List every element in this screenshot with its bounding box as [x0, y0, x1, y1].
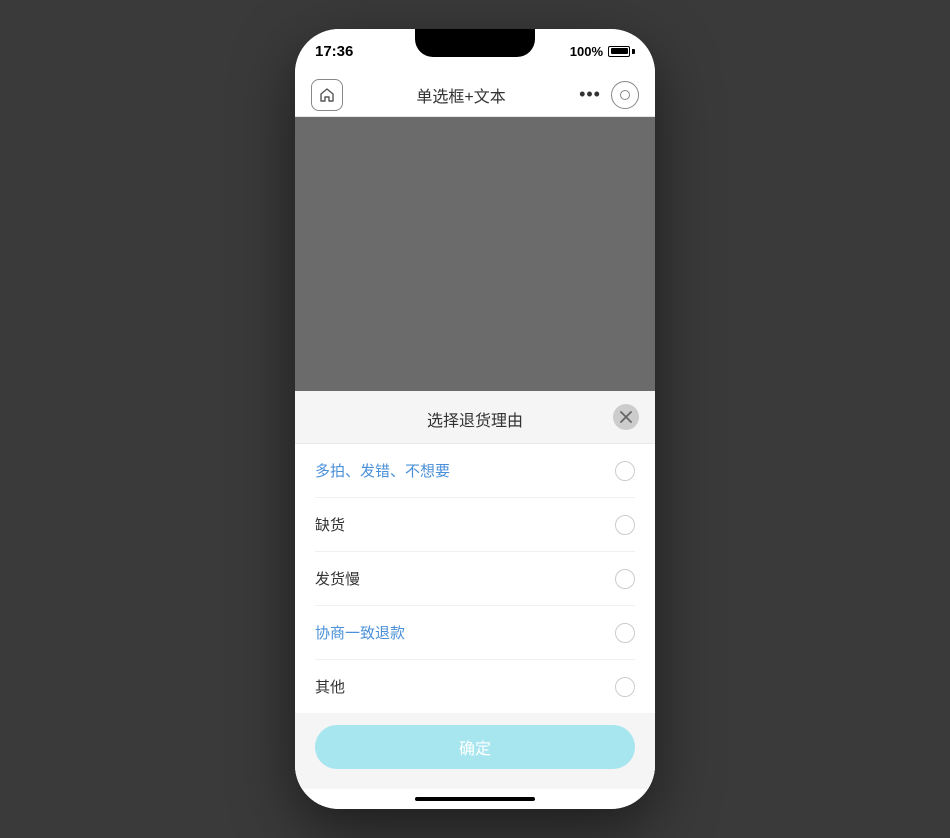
phone-frame: 17:36 100% 单选框+文本 ••• — [295, 29, 655, 809]
option-label-1: 多拍、发错、不想要 — [315, 460, 450, 481]
bottom-sheet: 选择退货理由 多拍、发错、不想要 缺货 发货慢 — [295, 391, 655, 789]
option-row-1[interactable]: 多拍、发错、不想要 — [315, 444, 635, 498]
option-row-2[interactable]: 缺货 — [315, 498, 635, 552]
sheet-options: 多拍、发错、不想要 缺货 发货慢 协商一致退款 其他 — [295, 444, 655, 713]
sheet-title: 选择退货理由 — [427, 407, 523, 431]
option-row-5[interactable]: 其他 — [315, 660, 635, 713]
sheet-confirm: 确定 — [295, 713, 655, 789]
battery-icon — [608, 46, 635, 57]
nav-title: 单选框+文本 — [416, 83, 505, 107]
radio-4[interactable] — [615, 623, 635, 643]
battery-fill — [611, 48, 628, 54]
nav-right: ••• — [579, 81, 639, 109]
battery-percent: 100% — [570, 44, 603, 59]
option-row-3[interactable]: 发货慢 — [315, 552, 635, 606]
home-bar — [415, 797, 535, 801]
confirm-button[interactable]: 确定 — [315, 725, 635, 769]
option-label-5: 其他 — [315, 676, 345, 697]
option-row-4[interactable]: 协商一致退款 — [315, 606, 635, 660]
radio-5[interactable] — [615, 677, 635, 697]
radio-3[interactable] — [615, 569, 635, 589]
record-inner — [620, 90, 630, 100]
option-label-4: 协商一致退款 — [315, 622, 405, 643]
home-button[interactable] — [311, 79, 343, 111]
battery-tip — [632, 49, 635, 54]
notch — [415, 29, 535, 57]
nav-dots[interactable]: ••• — [579, 84, 601, 105]
close-icon — [620, 411, 632, 423]
battery-body — [608, 46, 630, 57]
content-area — [295, 117, 655, 391]
radio-2[interactable] — [615, 515, 635, 535]
status-time: 17:36 — [315, 43, 353, 60]
home-indicator — [295, 789, 655, 809]
option-label-2: 缺货 — [315, 514, 345, 535]
status-right: 100% — [570, 44, 635, 59]
option-label-3: 发货慢 — [315, 568, 360, 589]
record-button[interactable] — [611, 81, 639, 109]
home-icon — [319, 87, 335, 103]
status-bar: 17:36 100% — [295, 29, 655, 73]
close-button[interactable] — [613, 404, 639, 430]
sheet-header: 选择退货理由 — [295, 391, 655, 444]
radio-1[interactable] — [615, 461, 635, 481]
nav-bar: 单选框+文本 ••• — [295, 73, 655, 117]
